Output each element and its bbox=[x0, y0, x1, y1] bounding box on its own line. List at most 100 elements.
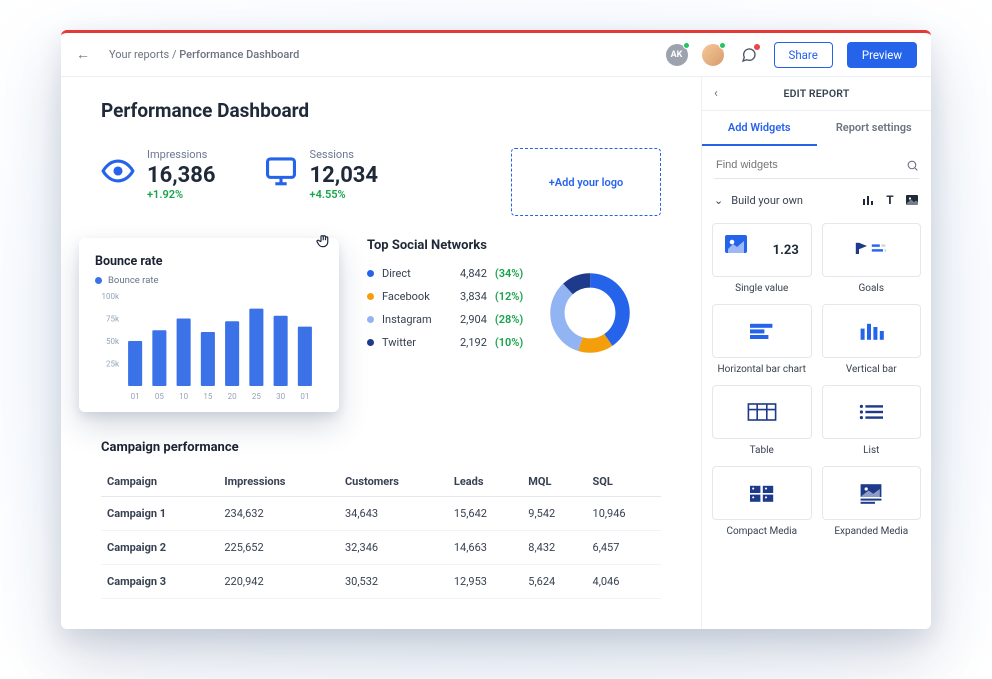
build-your-own-row[interactable]: ⌄ Build your own T bbox=[714, 193, 919, 207]
table-cell: Campaign 3 bbox=[101, 565, 218, 599]
table-cell: 4,046 bbox=[587, 565, 661, 599]
table-cell: 30,532 bbox=[339, 565, 448, 599]
widget-label: Horizontal bar chart bbox=[712, 364, 812, 375]
table-row[interactable]: Campaign 1234,63234,64315,6429,54210,946 bbox=[101, 497, 661, 531]
kpi-label: Impressions bbox=[147, 148, 216, 161]
table-cell: 14,663 bbox=[448, 531, 522, 565]
table-header: Campaign bbox=[101, 467, 218, 497]
image-mini-icon[interactable] bbox=[905, 193, 919, 207]
svg-text:50k: 50k bbox=[106, 337, 120, 346]
preview-button[interactable]: Preview bbox=[847, 42, 917, 68]
widget-label: List bbox=[822, 445, 922, 456]
tab-add-widgets[interactable]: Add Widgets bbox=[702, 111, 817, 146]
widget-option: Expanded Media bbox=[822, 466, 922, 537]
bar-chart-mini-icon[interactable] bbox=[861, 193, 875, 207]
color-dot-icon bbox=[367, 270, 374, 277]
share-button[interactable]: Share bbox=[774, 42, 833, 68]
presence-dot-icon bbox=[719, 42, 726, 49]
widget-option: List bbox=[822, 385, 922, 456]
presence-dot-icon bbox=[683, 42, 690, 49]
social-value: 2,192 bbox=[460, 336, 487, 349]
bounce-title: Bounce rate bbox=[95, 254, 323, 269]
messages-icon[interactable] bbox=[738, 44, 760, 66]
widget-card[interactable] bbox=[822, 385, 922, 439]
social-row: Instagram 2,904 (28%) bbox=[367, 313, 523, 326]
widget-card[interactable] bbox=[712, 385, 812, 439]
svg-text:10: 10 bbox=[179, 392, 188, 401]
social-list: Direct 4,842 (34%) Facebook 3,834 (12%) … bbox=[367, 267, 523, 359]
social-pct: (12%) bbox=[495, 290, 523, 303]
social-name: Direct bbox=[382, 267, 452, 280]
table-header: MQL bbox=[522, 467, 586, 497]
widget-label: Table bbox=[712, 445, 812, 456]
svg-text:75k: 75k bbox=[106, 315, 120, 324]
social-pct: (28%) bbox=[495, 313, 523, 326]
kpi-label: Sessions bbox=[310, 148, 379, 161]
svg-text:01: 01 bbox=[131, 392, 140, 401]
table-cell: 34,643 bbox=[339, 497, 448, 531]
chevron-down-icon: ⌄ bbox=[714, 194, 723, 207]
table-cell: 12,953 bbox=[448, 565, 522, 599]
widget-card[interactable]: 1.23 bbox=[712, 223, 812, 277]
avatar-photo[interactable] bbox=[702, 44, 724, 66]
kpi-value: 12,034 bbox=[310, 163, 379, 188]
campaign-section: Campaign performance CampaignImpressions… bbox=[101, 440, 661, 599]
social-row: Facebook 3,834 (12%) bbox=[367, 290, 523, 303]
tab-report-settings[interactable]: Report settings bbox=[817, 111, 932, 146]
campaign-table: CampaignImpressionsCustomersLeadsMQLSQL … bbox=[101, 467, 661, 599]
svg-text:25: 25 bbox=[252, 392, 261, 401]
bounce-rate-card[interactable]: Bounce rate Bounce rate 25k50k75k100k010… bbox=[79, 238, 339, 412]
kpi-row: Impressions 16,386 +1.92% Sessions 12,03… bbox=[101, 148, 661, 216]
widget-option: 1.23Single value bbox=[712, 223, 812, 294]
table-cell: 220,942 bbox=[218, 565, 339, 599]
widget-search[interactable] bbox=[714, 158, 919, 179]
table-header: Impressions bbox=[218, 467, 339, 497]
widget-label: Compact Media bbox=[712, 526, 812, 537]
table-cell: 5,624 bbox=[522, 565, 586, 599]
widget-card[interactable] bbox=[822, 304, 922, 358]
social-name: Twitter bbox=[382, 336, 452, 349]
social-name: Instagram bbox=[382, 313, 452, 326]
add-logo-button[interactable]: +Add your logo bbox=[511, 148, 661, 216]
back-button[interactable]: ← bbox=[71, 46, 95, 63]
table-cell: 15,642 bbox=[448, 497, 522, 531]
table-header: Customers bbox=[339, 467, 448, 497]
table-row[interactable]: Campaign 2225,65232,34614,6638,4326,457 bbox=[101, 531, 661, 565]
eye-icon bbox=[101, 154, 135, 188]
search-icon bbox=[906, 159, 919, 172]
social-value: 3,834 bbox=[460, 290, 487, 303]
widget-option: Vertical bar bbox=[822, 304, 922, 375]
kpi-sessions: Sessions 12,034 +4.55% bbox=[264, 148, 379, 201]
svg-text:15: 15 bbox=[203, 392, 212, 401]
bounce-legend: Bounce rate bbox=[95, 275, 323, 286]
table-header: Leads bbox=[448, 467, 522, 497]
table-cell: 32,346 bbox=[339, 531, 448, 565]
table-header: SQL bbox=[587, 467, 661, 497]
table-cell: Campaign 1 bbox=[101, 497, 218, 531]
widget-card[interactable] bbox=[822, 223, 922, 277]
widget-card[interactable] bbox=[712, 304, 812, 358]
table-cell: 8,432 bbox=[522, 531, 586, 565]
widget-option: Compact Media bbox=[712, 466, 812, 537]
social-value: 2,904 bbox=[460, 313, 487, 326]
notification-dot-icon bbox=[754, 44, 760, 50]
panel-back-button[interactable]: ‹ bbox=[702, 86, 730, 101]
app-window: ← Your reports / Performance Dashboard A… bbox=[61, 30, 931, 629]
svg-text:20: 20 bbox=[228, 392, 237, 401]
panel-title: EDIT REPORT bbox=[730, 87, 903, 100]
text-mini-icon[interactable]: T bbox=[883, 193, 897, 207]
avatar-initials[interactable]: AK bbox=[666, 44, 688, 66]
widget-card[interactable] bbox=[712, 466, 812, 520]
svg-text:05: 05 bbox=[155, 392, 164, 401]
social-pct: (34%) bbox=[495, 267, 523, 280]
topbar: ← Your reports / Performance Dashboard A… bbox=[61, 33, 931, 77]
table-row[interactable]: Campaign 3220,94230,53212,9535,6244,046 bbox=[101, 565, 661, 599]
color-dot-icon bbox=[367, 293, 374, 300]
widget-card[interactable] bbox=[822, 466, 922, 520]
color-dot-icon bbox=[367, 339, 374, 346]
breadcrumb[interactable]: Your reports / Performance Dashboard bbox=[109, 48, 299, 61]
bounce-chart: 25k50k75k100k0105101520253001 bbox=[95, 292, 323, 402]
social-row: Direct 4,842 (34%) bbox=[367, 267, 523, 280]
table-cell: Campaign 2 bbox=[101, 531, 218, 565]
search-input[interactable] bbox=[714, 158, 906, 172]
